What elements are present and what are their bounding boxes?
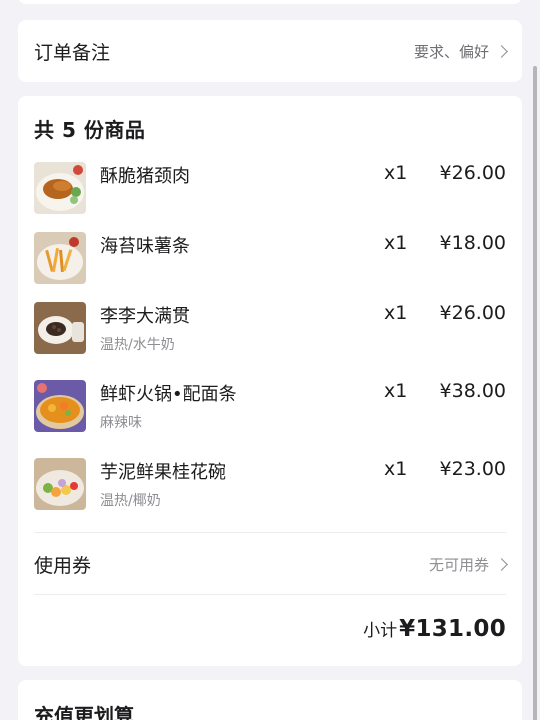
- item-thumbnail: [34, 458, 86, 510]
- item-quantity: x1: [384, 232, 408, 254]
- recharge-title: 充值更划算: [34, 704, 134, 720]
- order-item[interactable]: 海苔味薯条 x1 ¥18.00: [34, 232, 506, 286]
- previous-card: [18, 0, 522, 4]
- order-remark-row[interactable]: 订单备注 要求、偏好: [18, 20, 522, 82]
- order-remark-card[interactable]: 订单备注 要求、偏好: [18, 20, 522, 82]
- item-spec: 温热/水牛奶: [100, 337, 175, 353]
- coupon-hint: 无可用券: [428, 555, 489, 574]
- order-confirm-screen: 订单备注 要求、偏好 共 5 份商品 酥脆猪颈肉 x1 ¥26.00 海苔味薯条…: [0, 0, 540, 720]
- item-name: 芋泥鲜果桂花碗: [100, 462, 226, 483]
- recharge-card[interactable]: 充值更划算: [18, 680, 522, 720]
- order-item[interactable]: 芋泥鲜果桂花碗 温热/椰奶 x1 ¥23.00: [34, 458, 506, 512]
- item-name: 海苔味薯条: [100, 236, 190, 257]
- item-quantity: x1: [384, 162, 408, 184]
- item-spec: 麻辣味: [100, 415, 142, 431]
- coupon-label: 使用券: [34, 554, 92, 577]
- chevron-right-icon: [495, 557, 508, 571]
- item-quantity: x1: [384, 458, 408, 480]
- item-price: ¥18.00: [439, 232, 506, 254]
- order-remark-label: 订单备注: [34, 41, 111, 64]
- item-name: 李李大满贯: [100, 306, 190, 327]
- item-price: ¥26.00: [439, 162, 506, 184]
- item-thumbnail: [34, 302, 86, 354]
- item-price: ¥26.00: [439, 302, 506, 324]
- divider: [34, 594, 506, 595]
- item-thumbnail: [34, 162, 86, 214]
- item-thumbnail: [34, 232, 86, 284]
- item-thumbnail: [34, 380, 86, 432]
- item-spec: 温热/椰奶: [100, 493, 161, 509]
- chevron-right-icon: [495, 44, 508, 58]
- order-items-card: 共 5 份商品 酥脆猪颈肉 x1 ¥26.00 海苔味薯条 x1 ¥18.00 …: [18, 96, 522, 666]
- coupon-action[interactable]: 无可用券: [428, 554, 508, 575]
- item-quantity: x1: [384, 380, 408, 402]
- coupon-row[interactable]: 使用券 无可用券: [34, 534, 508, 594]
- divider: [34, 532, 506, 533]
- item-price: ¥23.00: [439, 458, 506, 480]
- order-item[interactable]: 酥脆猪颈肉 x1 ¥26.00: [34, 162, 506, 216]
- subtotal-label: 小计: [363, 621, 398, 641]
- order-item[interactable]: 李李大满贯 温热/水牛奶 x1 ¥26.00: [34, 302, 506, 356]
- items-count-title: 共 5 份商品: [34, 118, 146, 142]
- subtotal-value: ¥131.00: [399, 616, 506, 642]
- item-name: 酥脆猪颈肉: [100, 166, 190, 187]
- order-remark-hint: 要求、偏好: [413, 42, 489, 61]
- item-quantity: x1: [384, 302, 408, 324]
- subtotal: 小计 ¥131.00: [363, 616, 506, 642]
- item-price: ¥38.00: [439, 380, 506, 402]
- order-remark-action[interactable]: 要求、偏好: [413, 41, 508, 62]
- order-item[interactable]: 鲜虾火锅•配面条 麻辣味 x1 ¥38.00: [34, 380, 506, 434]
- scrollbar[interactable]: [533, 66, 537, 720]
- item-name: 鲜虾火锅•配面条: [100, 384, 237, 405]
